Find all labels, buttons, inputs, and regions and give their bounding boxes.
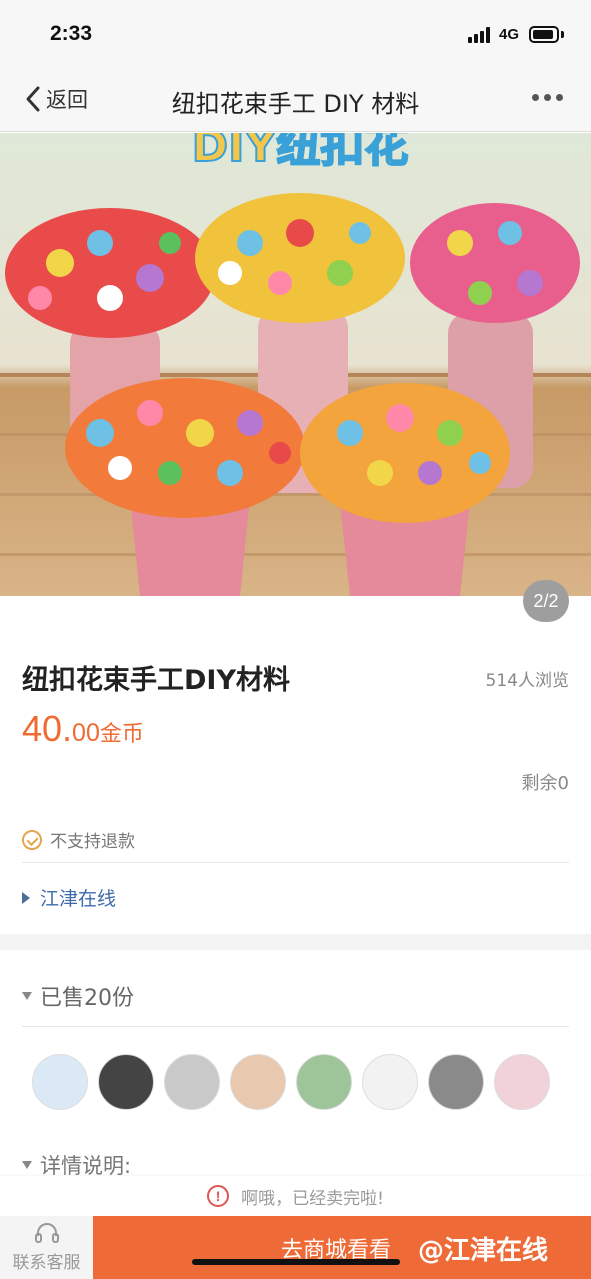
stock-remaining: 剩余0 (521, 773, 569, 794)
price: 40.00金币 (22, 708, 144, 750)
avatar[interactable] (98, 1054, 154, 1110)
page-title: 纽扣花束手工 DIY 材料 (171, 90, 420, 118)
triangle-right-icon (22, 891, 30, 904)
status-bar: 2:33 4G (0, 0, 591, 66)
buyer-avatars (32, 1054, 550, 1110)
avatar[interactable] (230, 1054, 286, 1110)
alert-icon: ! (207, 1185, 230, 1207)
more-dots-icon[interactable] (532, 94, 563, 101)
view-count: 514人浏览 (485, 671, 569, 691)
product-image[interactable]: DIY纽扣花 (0, 133, 591, 596)
refund-text: 不支持退款 (50, 832, 135, 852)
refund-note: 不支持退款 (22, 827, 135, 852)
home-indicator[interactable] (192, 1259, 400, 1265)
avatar[interactable] (428, 1054, 484, 1110)
price-integer: 40. (22, 708, 73, 749)
section-separator (0, 934, 591, 950)
shop-link[interactable]: 江津在线 (22, 884, 116, 911)
shop-name: 江津在线 (40, 888, 117, 910)
product-photo: DIY纽扣花 (0, 133, 591, 596)
soldout-text: 啊哦，已经卖完啦! (241, 1188, 384, 1209)
avatar[interactable] (494, 1054, 550, 1110)
service-label: 联系客服 (12, 1253, 81, 1273)
check-circle-icon (22, 829, 42, 850)
banner-text: DIY纽扣花 (192, 133, 409, 172)
divider (22, 862, 569, 863)
avatar[interactable] (296, 1054, 352, 1110)
triangle-down-icon (22, 992, 32, 1000)
sold-count: 已售20份 (40, 986, 134, 1011)
battery-tip (561, 31, 564, 38)
soldout-notice: ! 啊哦，已经卖完啦! (0, 1176, 591, 1216)
avatar[interactable] (362, 1054, 418, 1110)
price-decimal: 00 (72, 719, 100, 747)
battery-icon (529, 26, 559, 43)
avatar[interactable] (164, 1054, 220, 1110)
divider (22, 1026, 569, 1027)
price-unit: 金币 (99, 722, 144, 747)
product-title: 纽扣花束手工DIY材料 (22, 665, 291, 696)
status-time: 2:33 (50, 22, 93, 45)
image-counter: 2/2 (523, 580, 569, 622)
avatar[interactable] (32, 1054, 88, 1110)
go-to-mall-button[interactable]: 去商城看看 @江津在线 (93, 1216, 591, 1279)
network-label: 4G (499, 26, 520, 43)
triangle-down-icon (22, 1161, 32, 1169)
contact-service-button[interactable]: 联系客服 (0, 1216, 93, 1279)
signal-bars-icon (468, 27, 492, 43)
sold-section-toggle[interactable]: 已售20份 (22, 980, 134, 1012)
nav-bar: 返回 纽扣花束手工 DIY 材料 (0, 66, 591, 132)
headset-icon (34, 1223, 59, 1243)
watermark: @江津在线 (418, 1236, 549, 1266)
bottom-bar: 联系客服 去商城看看 @江津在线 (0, 1216, 591, 1279)
